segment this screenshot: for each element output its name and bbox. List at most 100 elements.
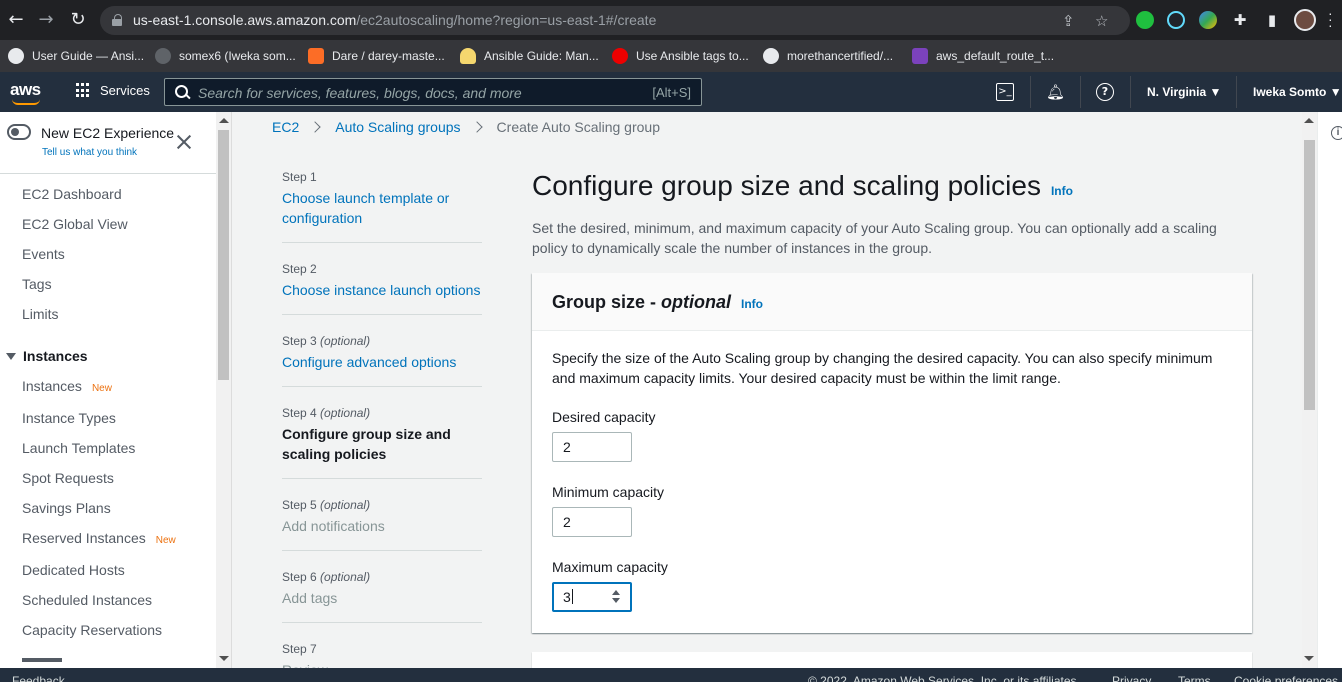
bookmark-item[interactable]: Ansible Guide: Man... [460, 45, 599, 67]
bookmark-item[interactable]: User Guide — Ansi... [8, 45, 144, 67]
sidebar-item-savings-plans[interactable]: Savings Plans [22, 500, 111, 516]
bookmark-item[interactable]: somex6 (Iweka som... [155, 45, 296, 67]
chevron-right-icon [309, 121, 321, 133]
bookmark-item[interactable]: aws_default_route_t... [912, 45, 1054, 67]
step-number: Step 3 (optional) [282, 334, 371, 348]
sidebar-item-capacity-reservations[interactable]: Capacity Reservations [22, 622, 162, 638]
privacy-link[interactable]: Privacy [1112, 674, 1151, 682]
aws-search-input[interactable]: Search for services, features, blogs, do… [164, 78, 702, 106]
github-icon [763, 48, 779, 64]
sidebar-item-events[interactable]: Events [22, 246, 65, 262]
account-menu[interactable]: Iweka Somto ▼ [1253, 85, 1342, 99]
copyright-text: © 2022, Amazon Web Services, Inc. or its… [808, 674, 1080, 682]
step-title-disabled: Add notifications [282, 518, 385, 534]
desired-capacity-input[interactable]: 2 [552, 432, 632, 462]
bookmark-item[interactable]: morethancertified/... [763, 45, 893, 67]
info-link[interactable]: Info [1051, 184, 1073, 198]
sidebar-item-launch-templates[interactable]: Launch Templates [22, 440, 135, 456]
profile-avatar[interactable] [1294, 9, 1316, 31]
page-description: Set the desired, minimum, and maximum ca… [532, 220, 1217, 256]
info-link[interactable]: Info [741, 297, 763, 311]
step-link[interactable]: Choose launch template or configuration [282, 188, 482, 228]
minimum-capacity-input[interactable]: 2 [552, 507, 632, 537]
address-bar[interactable]: us-east-1.console.aws.amazon.com/ec2auto… [100, 6, 1130, 35]
lock-icon [112, 14, 122, 26]
feedback-link[interactable]: Feedback [12, 674, 65, 682]
panel-title-optional: optional [661, 292, 732, 312]
bookmark-label: morethancertified/... [787, 49, 894, 63]
aws-logo[interactable]: aws [10, 80, 41, 100]
panel-description: Specify the size of the Auto Scaling gro… [552, 350, 1213, 386]
step-divider [282, 242, 482, 243]
extension-colorful-icon[interactable] [1199, 11, 1217, 29]
breadcrumb-auto-scaling-groups[interactable]: Auto Scaling groups [335, 119, 460, 135]
bookmark-label: Use Ansible tags to... [636, 49, 749, 63]
bookmarks-bar: User Guide — Ansi... somex6 (Iweka som..… [0, 40, 1342, 72]
wizard-step-2: Step 2 Choose instance launch options [282, 262, 482, 300]
step-divider [282, 314, 482, 315]
grid-icon [76, 83, 91, 98]
step-link[interactable]: Configure advanced options [282, 352, 482, 372]
text-caret [571, 589, 573, 604]
step-link[interactable]: Choose instance launch options [282, 280, 482, 300]
extension-green-icon[interactable] [1136, 11, 1154, 29]
react-devtools-icon[interactable] [1167, 11, 1185, 29]
sidebar-item-instances[interactable]: Instances New [22, 378, 112, 394]
wizard-step-3: Step 3 (optional) Configure advanced opt… [282, 334, 482, 372]
breadcrumb-ec2[interactable]: EC2 [272, 119, 299, 135]
services-menu-button[interactable]: Services [76, 83, 150, 98]
scroll-up-arrow-icon[interactable] [1304, 118, 1314, 123]
extensions-puzzle-icon[interactable]: ✚ [1228, 8, 1252, 32]
cookie-preferences-link[interactable]: Cookie preferences [1234, 674, 1338, 682]
header-divider [1080, 76, 1081, 108]
share-icon[interactable]: ⇪ [1062, 12, 1075, 30]
scroll-up-arrow-icon[interactable] [219, 118, 229, 123]
sidebar-item-ec2-global-view[interactable]: EC2 Global View [22, 216, 128, 232]
cloudshell-icon[interactable]: >_ [996, 83, 1014, 101]
bookmark-star-icon[interactable]: ☆ [1095, 12, 1108, 30]
step-number: Step 4 (optional) [282, 406, 371, 420]
feedback-link[interactable]: Tell us what you think [42, 147, 137, 158]
notifications-bell-icon[interactable]: 🔔︎ [1046, 83, 1065, 101]
maximum-capacity-input[interactable]: 3 [552, 582, 632, 612]
bookmark-item[interactable]: Dare / darey-maste... [308, 45, 445, 67]
section-label: Instances [23, 348, 88, 364]
forward-arrow-icon[interactable]: → [34, 8, 58, 32]
new-experience-toggle[interactable] [7, 124, 31, 140]
side-panel-icon[interactable]: ▮ [1260, 8, 1284, 32]
page-title: Configure group size and scaling policie… [532, 170, 1073, 202]
console-footer: Feedback © 2022, Amazon Web Services, In… [0, 668, 1342, 682]
scroll-down-arrow-icon[interactable] [219, 656, 229, 661]
sidebar-item-scheduled-instances[interactable]: Scheduled Instances [22, 592, 152, 608]
sidebar-item-dedicated-hosts[interactable]: Dedicated Hosts [22, 562, 125, 578]
sidebar-scrollbar[interactable] [216, 112, 232, 668]
number-spinner-icon[interactable] [612, 590, 620, 604]
bookmark-item[interactable]: Use Ansible tags to... [612, 45, 749, 67]
step-divider [282, 550, 482, 551]
sidebar-item-instance-types[interactable]: Instance Types [22, 410, 116, 426]
close-icon[interactable] [176, 134, 192, 150]
scrollbar-thumb[interactable] [218, 130, 229, 380]
search-icon [175, 85, 189, 99]
reload-icon[interactable]: ↻ [66, 8, 90, 32]
step-divider [282, 622, 482, 623]
info-icon[interactable]: i [1331, 126, 1342, 140]
region-selector[interactable]: N. Virginia ▼ [1147, 85, 1221, 99]
sidebar-item-reserved-instances[interactable]: Reserved Instances New [22, 530, 176, 546]
sidebar-item-ec2-dashboard[interactable]: EC2 Dashboard [22, 186, 122, 202]
input-value: 3 [563, 589, 571, 605]
sidebar-item-limits[interactable]: Limits [22, 306, 59, 322]
sidebar-item-tags[interactable]: Tags [22, 276, 52, 292]
scroll-down-arrow-icon[interactable] [1304, 656, 1314, 661]
scrollbar-thumb[interactable] [1304, 140, 1315, 410]
back-arrow-icon[interactable]: ← [4, 8, 28, 32]
panel-title: Group size - optional Info [552, 292, 763, 313]
sidebar-section-instances[interactable]: Instances [6, 348, 88, 364]
main-scrollbar[interactable] [1302, 112, 1317, 668]
help-panel-rail: i [1317, 112, 1342, 668]
terms-link[interactable]: Terms [1178, 674, 1211, 682]
step-number: Step 1 [282, 170, 317, 184]
help-icon[interactable]: ? [1096, 83, 1114, 101]
browser-menu-icon[interactable]: · · · [1328, 6, 1333, 32]
sidebar-item-spot-requests[interactable]: Spot Requests [22, 470, 114, 486]
